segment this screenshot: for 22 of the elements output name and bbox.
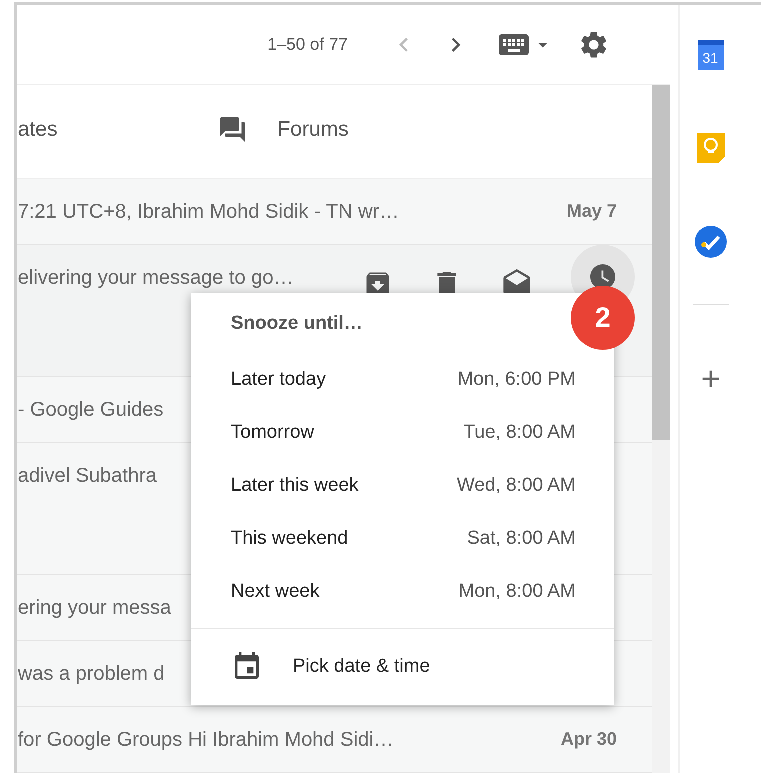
option-label: Later this week xyxy=(231,474,359,496)
email-snippet: elivering your message to go… xyxy=(18,267,294,290)
email-snippet: ering your messa xyxy=(18,597,172,620)
email-snippet: - Google Guides xyxy=(18,399,164,422)
menu-title: Snooze until… xyxy=(231,313,363,334)
email-date: May 7 xyxy=(566,201,617,222)
email-snippet: was a problem d xyxy=(18,663,165,686)
option-label: This weekend xyxy=(231,528,348,550)
option-time: Mon, 6:00 PM xyxy=(458,368,576,390)
option-label: Tomorrow xyxy=(231,422,314,444)
option-time: Tue, 8:00 AM xyxy=(464,422,576,444)
page-range: 1–50 of 77 xyxy=(268,34,348,54)
item-label: Pick date & time xyxy=(293,656,430,678)
option-time: Sat, 8:00 AM xyxy=(467,528,576,550)
email-snippet: for Google Groups Hi Ibrahim Mohd Sidi… xyxy=(18,729,394,752)
email-date: Apr 30 xyxy=(560,729,617,750)
option-label: Later today xyxy=(231,368,326,390)
email-snippet: adivel Subathra xyxy=(18,465,157,488)
email-snippet: 7:21 UTC+8, Ibrahim Mohd Sidik - TN wr… xyxy=(18,201,400,224)
option-label: Next week xyxy=(231,580,320,602)
option-time: Wed, 8:00 AM xyxy=(457,474,576,496)
option-time: Mon, 8:00 AM xyxy=(458,580,576,602)
